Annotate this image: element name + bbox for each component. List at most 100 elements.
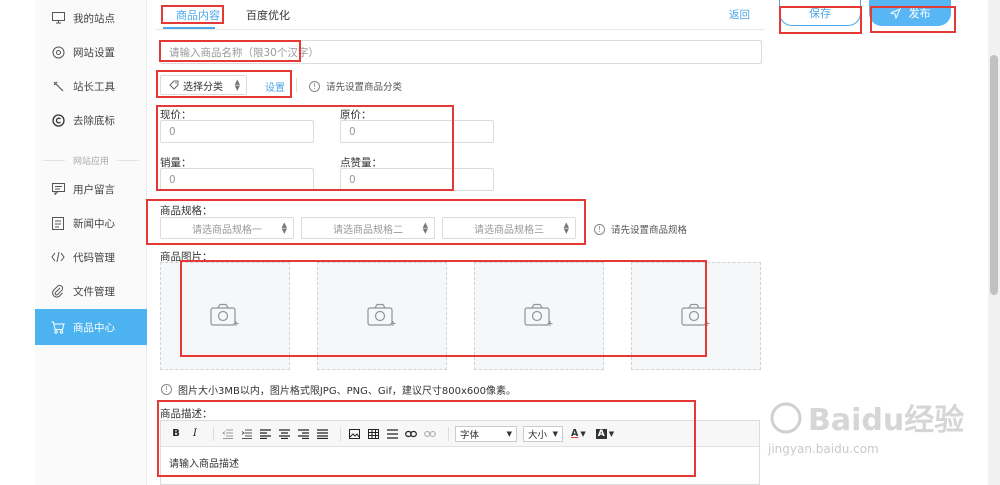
category-select[interactable]: 选择分类 ▲ ▼ [160,75,247,95]
camera-icon [524,303,554,330]
sidebar-item-label: 代码管理 [73,251,115,264]
sidebar-item-webmaster-tools[interactable]: 站长工具 [35,69,147,103]
baidu-watermark-logo: Baidu经验 [770,402,964,438]
publish-button[interactable]: 发布 [869,0,951,26]
align-center-icon[interactable] [277,427,291,441]
cart-icon [51,320,65,334]
font-size-dropdown[interactable]: 大小 ▼ [523,425,563,442]
sidebar-item-label: 新闻中心 [73,217,115,230]
sales-input[interactable]: 0 [160,168,314,191]
editor-body[interactable]: 请输入商品描述 [169,455,239,470]
image-icon[interactable] [347,427,361,441]
chevron-down-icon: ▼ [580,429,586,438]
tab-product-content[interactable]: 商品内容 [176,7,220,23]
chevron-down-icon: ▼ [506,429,512,438]
spec-hint: ! 请先设置商品规格 [594,222,687,236]
link-icon[interactable] [404,427,418,441]
outdent-icon[interactable] [220,427,234,441]
sidebar-section-divider: 网站应用 [35,154,147,167]
back-link[interactable]: 返回 [729,7,750,22]
news-icon [51,216,65,230]
editor-toolbar: B I 字体 ▼ 大小 ▼ A ▼ A ▼ [161,421,759,447]
sidebar-item-label: 站长工具 [73,80,115,93]
italic-icon[interactable]: I [188,427,202,441]
spec-select-2[interactable]: 请选商品规格二 ▲ ▼ [301,217,435,239]
sidebar-item-label: 网站设置 [73,46,115,59]
tools-icon [51,79,65,93]
table-icon[interactable] [366,427,380,441]
select-arrows-icon: ▲ ▼ [563,221,569,235]
desc-label: 商品描述： [160,408,213,420]
current-price-input[interactable]: 0 [160,120,314,143]
bold-icon[interactable]: B [169,427,183,441]
sidebar-item-news-center[interactable]: 新闻中心 [35,206,147,240]
sidebar-item-product-center[interactable]: 商品中心 [35,309,147,345]
toolbar-separator [448,426,449,441]
select-arrows-icon: ▲ ▼ [234,78,240,92]
original-price-input[interactable]: 0 [340,120,494,143]
save-button[interactable]: 保存 [779,0,861,26]
category-settings-link[interactable]: 设置 [265,79,285,94]
indent-icon[interactable] [239,427,253,441]
info-icon: ! [309,80,320,92]
tag-icon [169,80,179,90]
chevron-down-icon: ▼ [608,429,615,438]
chevron-down-icon: ▼ [552,429,558,438]
background-color-picker[interactable]: A ▼ [594,426,616,442]
category-hint: ! 请先设置商品分类 [309,79,402,93]
font-color-icon: A [571,428,579,439]
svg-text:Baidu经验: Baidu经验 [808,403,964,438]
image-upload-slot[interactable] [160,262,290,370]
product-name-input[interactable]: 请输入商品名称（限30个汉字） [160,40,762,64]
code-icon [51,250,65,264]
rich-text-editor[interactable]: B I 字体 ▼ 大小 ▼ A ▼ A ▼ 请输入商品描述 [160,420,760,485]
toolbar-separator [213,426,214,441]
category-divider [296,78,297,92]
sidebar-item-label: 我的站点 [73,12,115,25]
likes-input[interactable]: 0 [340,168,494,191]
spec-select-3[interactable]: 请选商品规格三 ▲ ▼ [442,217,576,239]
monitor-icon [51,11,65,25]
sidebar-item-remove-footer[interactable]: 去除底标 [35,103,147,137]
sidebar-item-user-messages[interactable]: 用户留言 [35,172,147,206]
sidebar-item-label: 文件管理 [73,285,115,298]
highlight-color-icon: A [595,428,607,439]
align-justify-icon[interactable] [315,427,329,441]
info-icon: ! [161,384,172,395]
copyright-icon [51,113,65,127]
header-divider [155,29,765,30]
send-icon [889,7,901,19]
horizontal-rule-icon[interactable] [385,427,399,441]
sidebar: 我的站点 网站设置 站长工具 去除底标 网站应用 用户留言 新闻中心 代码管理 … [35,0,147,485]
message-icon [51,182,65,196]
info-icon: ! [594,223,605,235]
sidebar-item-site-settings[interactable]: 网站设置 [35,35,147,69]
paperclip-icon [51,284,65,298]
text-color-picker[interactable]: A ▼ [569,426,588,442]
image-upload-slot[interactable] [474,262,604,370]
watermark-url: jingyan.baidu.com [768,442,879,456]
scrollbar-thumb[interactable] [990,55,998,295]
gear-icon [51,45,65,59]
select-arrows-icon: ▲ ▼ [422,221,428,235]
image-upload-slot[interactable] [631,262,761,370]
sidebar-item-label: 商品中心 [73,321,115,334]
camera-icon [367,303,397,330]
image-hint: ! 图片大小3MB以内，图片格式限JPG、PNG、Gif，建议尺寸800x600… [161,382,516,397]
camera-icon [681,303,711,330]
sidebar-item-file-management[interactable]: 文件管理 [35,274,147,308]
toolbar-separator [340,426,341,441]
select-arrows-icon: ▲ ▼ [281,221,287,235]
sidebar-item-code-management[interactable]: 代码管理 [35,240,147,274]
image-upload-slot[interactable] [317,262,447,370]
spec-label: 商品规格： [160,205,213,217]
camera-icon [210,303,240,330]
tab-baidu-seo[interactable]: 百度优化 [246,7,290,23]
sidebar-item-label: 去除底标 [73,114,115,127]
align-left-icon[interactable] [258,427,272,441]
unlink-icon[interactable] [423,427,437,441]
spec-select-1[interactable]: 请选商品规格一 ▲ ▼ [160,217,294,239]
sidebar-item-my-site[interactable]: 我的站点 [35,1,147,35]
font-family-dropdown[interactable]: 字体 ▼ [455,425,517,442]
align-right-icon[interactable] [296,427,310,441]
